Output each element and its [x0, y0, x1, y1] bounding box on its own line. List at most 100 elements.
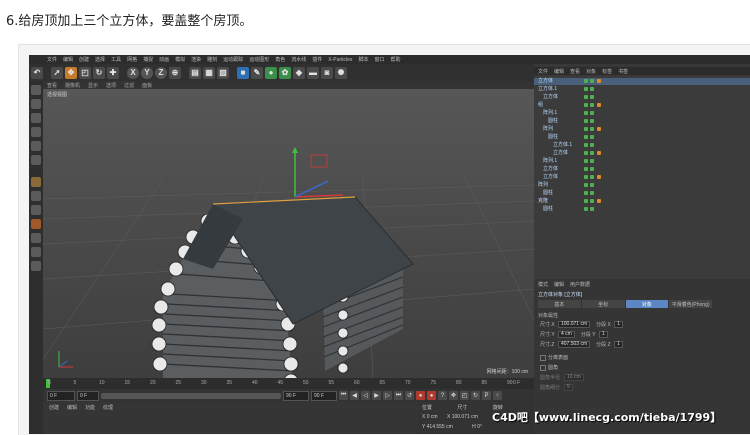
visibility-check-icon[interactable]	[584, 175, 588, 179]
attribute-section-1[interactable]: 坐标	[581, 300, 626, 308]
render-check-icon[interactable]	[590, 159, 594, 163]
go-to-start-icon[interactable]: ⏮	[339, 391, 348, 400]
end-frame-field-2[interactable]: 90 F	[311, 390, 337, 401]
object-menu-5[interactable]: 书签	[618, 68, 628, 75]
render-check-icon[interactable]	[590, 79, 594, 83]
hierarchy-row[interactable]: 立方体	[534, 166, 750, 173]
size-x-field[interactable]: 100.071 cm	[558, 321, 591, 328]
hierarchy-row[interactable]: 阵列.1	[534, 110, 750, 117]
attribute-section-3[interactable]: 平滑着色(Phong)	[669, 300, 713, 308]
menu-item-2[interactable]: 创建	[79, 56, 89, 63]
material-menu-1[interactable]: 编辑	[67, 404, 77, 411]
loop-icon[interactable]: ↺	[405, 391, 414, 400]
object-menu-1[interactable]: 编辑	[554, 68, 564, 75]
visibility-check-icon[interactable]	[584, 191, 588, 195]
hierarchy-row[interactable]: 阵列.1	[534, 158, 750, 165]
render-picture-viewer-icon[interactable]: ▦	[203, 66, 215, 79]
hierarchy-row[interactable]: 圆柱	[534, 206, 750, 213]
polygons-mode-icon[interactable]	[31, 141, 41, 151]
timeline-ruler[interactable]: 0 F 0 5 10 15 20 25 30 35 40 45 50 55 60 65 70 75 80 85 90	[43, 378, 534, 389]
hierarchy-row[interactable]: 立方体.1	[534, 142, 750, 149]
viewport-menu-0[interactable]: 查看	[47, 82, 57, 89]
hierarchy-row[interactable]: 立方体	[534, 150, 750, 157]
tag-icon[interactable]	[597, 103, 601, 107]
position-key-icon[interactable]: ✥	[449, 391, 458, 400]
attribute-section-2[interactable]: 对象	[625, 300, 670, 308]
menu-item-1[interactable]: 编辑	[63, 56, 73, 63]
go-to-end-icon[interactable]: ⏭	[394, 391, 403, 400]
render-check-icon[interactable]	[590, 87, 594, 91]
object-menu-2[interactable]: 查看	[570, 68, 580, 75]
viewport-menu-1[interactable]: 摄像机	[65, 82, 80, 89]
visibility-check-icon[interactable]	[584, 79, 588, 83]
render-check-icon[interactable]	[590, 167, 594, 171]
menu-item-12[interactable]: 运动图形	[249, 56, 269, 63]
segments-y-field[interactable]: 1	[598, 331, 608, 338]
visibility-check-icon[interactable]	[584, 151, 588, 155]
menu-item-8[interactable]: 模拟	[175, 56, 185, 63]
visibility-check-icon[interactable]	[584, 159, 588, 163]
prev-key-icon[interactable]: ◀	[350, 391, 359, 400]
hierarchy-row[interactable]: 圆柱	[534, 134, 750, 141]
fillet-radius-field[interactable]: 10 cm	[564, 374, 584, 381]
hierarchy-row[interactable]: 阵列	[534, 126, 750, 133]
material-menu-2[interactable]: 功能	[85, 404, 95, 411]
visibility-check-icon[interactable]	[584, 127, 588, 131]
menu-item-9[interactable]: 渲染	[191, 56, 201, 63]
segments-x-field[interactable]: 1	[614, 321, 623, 328]
perspective-viewport[interactable]: 透视视图 网格间距：100 cm	[43, 89, 534, 378]
menu-item-13[interactable]: 角色	[275, 56, 285, 63]
render-check-icon[interactable]	[590, 111, 594, 115]
end-frame-field[interactable]: 90 F	[283, 390, 309, 401]
render-settings-icon[interactable]: ▧	[217, 66, 229, 79]
attribute-section-0[interactable]: 基本	[538, 300, 582, 308]
visibility-check-icon[interactable]	[584, 119, 588, 123]
attribute-menu-0[interactable]: 模式	[538, 281, 548, 288]
menu-item-3[interactable]: 选择	[95, 56, 105, 63]
render-check-icon[interactable]	[590, 143, 594, 147]
object-menu-4[interactable]: 标签	[602, 68, 612, 75]
render-check-icon[interactable]	[590, 135, 594, 139]
array-icon[interactable]: ✿	[279, 66, 291, 79]
scale-icon[interactable]: ◰	[79, 66, 91, 79]
visibility-check-icon[interactable]	[584, 95, 588, 99]
points-mode-icon[interactable]	[31, 113, 41, 123]
fillet-checkbox[interactable]	[540, 364, 546, 371]
size-y-field[interactable]: 4 cm	[558, 331, 575, 338]
scene-floor-icon[interactable]: ▬	[307, 66, 319, 79]
separate-surfaces-checkbox[interactable]	[540, 354, 546, 361]
menu-item-0[interactable]: 文件	[47, 56, 57, 63]
visibility-check-icon[interactable]	[584, 87, 588, 91]
hierarchy-row[interactable]: 圆柱	[534, 118, 750, 125]
hierarchy-row[interactable]: 圆柱	[534, 190, 750, 197]
attribute-menu-2[interactable]: 用户数据	[570, 281, 590, 288]
z-axis-button[interactable]: Z	[155, 66, 167, 79]
visibility-check-icon[interactable]	[584, 143, 588, 147]
menu-item-15[interactable]: 插件	[312, 56, 322, 63]
hierarchy-row[interactable]: 立方体	[534, 94, 750, 101]
current-frame-field[interactable]: 0 F	[77, 390, 99, 401]
tag-icon[interactable]	[597, 199, 601, 203]
auto-key-icon[interactable]: ●	[427, 391, 436, 400]
menu-item-6[interactable]: 捕捉	[143, 56, 153, 63]
material-menu-0[interactable]: 创建	[49, 404, 59, 411]
hierarchy-row[interactable]: 阵列	[534, 182, 750, 189]
visibility-check-icon[interactable]	[584, 103, 588, 107]
segments-z-field[interactable]: 1	[614, 341, 623, 348]
menu-item-16[interactable]: X-Particles	[328, 57, 352, 63]
object-menu-0[interactable]: 文件	[538, 68, 548, 75]
live-select-icon[interactable]: ➚	[51, 66, 63, 79]
coordinate-system-icon[interactable]: ⊕	[169, 66, 181, 79]
hierarchy-row[interactable]: 立方体	[534, 78, 750, 85]
param-key-icon[interactable]: P	[482, 391, 491, 400]
play-icon[interactable]: ▶	[372, 391, 381, 400]
recent-tool-icon[interactable]: ✚	[107, 66, 119, 79]
render-check-icon[interactable]	[590, 119, 594, 123]
menu-item-19[interactable]: 帮助	[390, 56, 400, 63]
size-z-field[interactable]: 407.503 cm	[558, 341, 591, 348]
visibility-check-icon[interactable]	[584, 207, 588, 211]
menu-item-18[interactable]: 窗口	[374, 56, 384, 63]
edges-mode-icon[interactable]	[31, 127, 41, 137]
render-view-icon[interactable]: ▤	[189, 66, 201, 79]
undo-icon[interactable]: ↶	[31, 66, 43, 79]
